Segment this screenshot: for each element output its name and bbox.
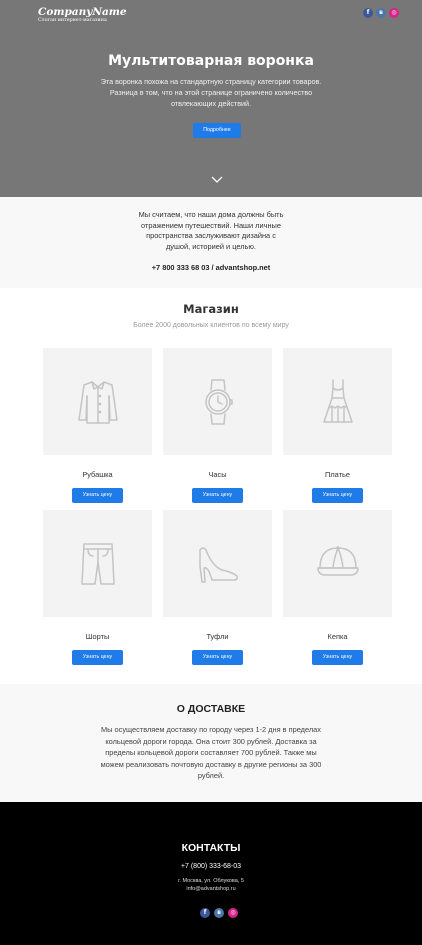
footer-socials: f в ◎: [200, 908, 238, 918]
product-card[interactable]: Шорты Узнать цену: [43, 510, 152, 665]
product-name[interactable]: Платье: [283, 470, 392, 479]
heel-shoe-icon: [198, 546, 238, 583]
contacts-email[interactable]: info@advantshop.ru: [0, 886, 422, 892]
product-card[interactable]: Кепка Узнать цену: [283, 510, 392, 665]
about-contact: +7 800 333 68 03 / advantshop.net: [151, 263, 271, 272]
shop-subtitle: Более 2000 довольных клиентов по всему м…: [133, 322, 289, 329]
logo-tagline: Слоган интернет-магазина: [38, 18, 107, 23]
hero-description: Эта воронка похожа на стандартную страни…: [100, 77, 322, 108]
about-section: Мы считаем, что наши дома должны быть от…: [0, 197, 422, 288]
product-image[interactable]: [43, 348, 152, 455]
delivery-title: О ДОСТАВКЕ: [176, 703, 246, 715]
product-image[interactable]: [163, 348, 272, 455]
facebook-icon[interactable]: f: [363, 8, 373, 18]
product-card[interactable]: Рубашка Узнать цену: [43, 348, 152, 503]
product-name[interactable]: Шорты: [43, 632, 152, 641]
instagram-icon[interactable]: ◎: [389, 8, 399, 18]
hero-section: CompanyName Слоган интернет-магазина f в…: [0, 0, 422, 197]
shirt-icon: [77, 380, 118, 424]
product-image[interactable]: [283, 510, 392, 617]
product-image[interactable]: [43, 510, 152, 617]
shop-section: Магазин Более 2000 довольных клиентов по…: [0, 288, 422, 684]
facebook-icon[interactable]: f: [200, 908, 210, 918]
contacts-section: КОНТАКТЫ +7 (800) 333-68-03 г. Москва, у…: [0, 802, 422, 945]
get-price-button[interactable]: Узнать цену: [72, 488, 123, 503]
shop-title: Магазин: [183, 302, 239, 316]
contacts-address: г. Москва, ул. Облукова, 5: [178, 878, 244, 884]
more-button[interactable]: Подробнее: [193, 123, 241, 138]
product-card[interactable]: Туфли Узнать цену: [163, 510, 272, 665]
chevron-down-icon[interactable]: [211, 176, 223, 184]
get-price-button[interactable]: Узнать цену: [312, 650, 363, 665]
product-name[interactable]: Часы: [163, 470, 272, 479]
product-image[interactable]: [163, 510, 272, 617]
cap-icon: [316, 545, 359, 576]
product-card[interactable]: Платье Узнать цену: [283, 348, 392, 503]
about-text: Мы считаем, что наши дома должны быть от…: [138, 210, 284, 251]
product-name[interactable]: Рубашка: [43, 470, 152, 479]
contacts-phone[interactable]: +7 (800) 333-68-03: [0, 863, 422, 870]
delivery-section: О ДОСТАВКЕ Мы осуществляем доставку по г…: [0, 684, 422, 802]
get-price-button[interactable]: Узнать цену: [312, 488, 363, 503]
vk-icon[interactable]: в: [376, 8, 386, 18]
watch-icon: [204, 378, 233, 425]
get-price-button[interactable]: Узнать цену: [192, 650, 243, 665]
shorts-icon: [80, 542, 115, 585]
product-name[interactable]: Туфли: [163, 632, 272, 641]
logo[interactable]: CompanyName Слоган интернет-магазина: [38, 6, 127, 24]
dress-icon: [322, 378, 353, 423]
product-image[interactable]: [283, 348, 392, 455]
product-name[interactable]: Кепка: [283, 632, 392, 641]
instagram-icon[interactable]: ◎: [228, 908, 238, 918]
header-socials: f в ◎: [363, 8, 399, 18]
get-price-button[interactable]: Узнать цену: [72, 650, 123, 665]
contacts-title: КОНТАКТЫ: [181, 842, 241, 854]
vk-icon[interactable]: в: [214, 908, 224, 918]
get-price-button[interactable]: Узнать цену: [192, 488, 243, 503]
logo-name: CompanyName: [38, 6, 127, 18]
hero-title: Мультитоварная воронка: [108, 53, 314, 69]
delivery-text: Мы осуществляем доставку по городу через…: [100, 725, 322, 780]
product-card[interactable]: Часы Узнать цену: [163, 348, 272, 503]
